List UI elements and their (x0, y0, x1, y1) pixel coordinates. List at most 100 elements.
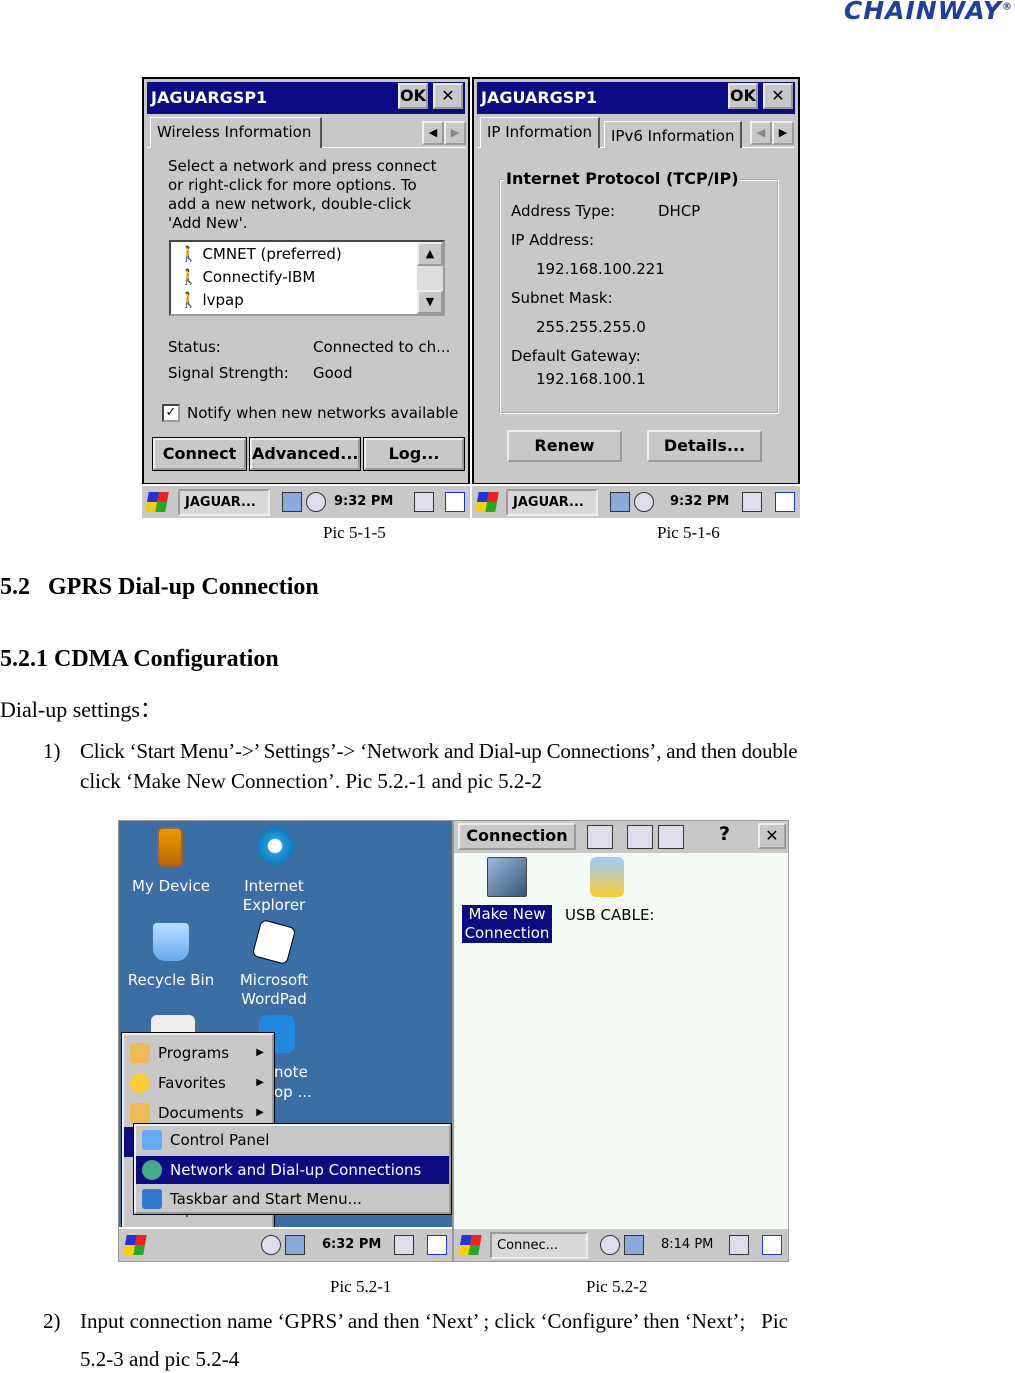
recycle-bin-icon[interactable] (153, 923, 189, 961)
menu-item-documents[interactable]: Documents ▶ (124, 1099, 272, 1127)
start-icon[interactable] (475, 492, 499, 512)
scroll-up-icon[interactable]: ▲ (417, 242, 443, 266)
renew-button[interactable]: Renew (507, 430, 622, 462)
desktop-icon-label[interactable]: Internet Explorer (224, 877, 324, 915)
desktop-icon-label[interactable]: note (274, 1063, 308, 1082)
taskbar-item[interactable]: JAGUAR... (178, 489, 270, 516)
settings-submenu: Control Panel Network and Dial-up Connec… (133, 1123, 452, 1215)
ok-button[interactable]: OK (728, 83, 758, 109)
my-device-icon[interactable] (157, 827, 183, 867)
documents-icon (130, 1103, 150, 1123)
connection-menu-button[interactable]: Connection (458, 823, 576, 850)
network-globe-icon (142, 1160, 162, 1180)
keyboard-icon[interactable] (742, 492, 762, 512)
list-item[interactable]: 🚶 CMNET (preferred) (179, 245, 342, 264)
menu-item-network-dialup[interactable]: Network and Dial-up Connections (136, 1156, 449, 1184)
tab-scroll-right-icon[interactable]: ▶ (772, 121, 794, 145)
list-item[interactable]: 🚶 Connectify-IBM (179, 268, 315, 287)
status-value: Connected to ch... (313, 338, 451, 356)
clock: 6:32 PM (322, 1237, 382, 1252)
make-new-connection-label[interactable]: Make New Connection (462, 905, 552, 943)
keyboard-icon[interactable] (394, 1235, 414, 1255)
wireless-tray-icon[interactable] (600, 1235, 620, 1255)
properties-icon[interactable] (658, 825, 684, 849)
list-item[interactable]: 🚶 lvpap (179, 291, 244, 310)
chevron-right-icon: ▶ (256, 1107, 264, 1118)
windows-switch-icon[interactable] (427, 1235, 447, 1255)
notify-label: Notify when new networks available (187, 404, 459, 422)
step-text: Input connection name ‘GPRS’ and then ‘N… (80, 1309, 788, 1333)
desktop-icon-label[interactable]: Microsoft WordPad (224, 971, 324, 1009)
desktop-icon-label[interactable]: My Device (121, 877, 221, 896)
network-tray-icon[interactable] (282, 492, 302, 512)
delete-icon[interactable] (627, 825, 653, 849)
step-text: 5.2-3 and pic 5.2-4 (80, 1347, 240, 1371)
network-icon: 🚶 (179, 268, 203, 286)
gateway-label: Default Gateway: (511, 347, 641, 365)
windows-switch-icon[interactable] (445, 492, 465, 512)
taskbar-item[interactable]: JAGUAR... (506, 489, 598, 516)
wireless-tray-icon[interactable] (261, 1235, 281, 1255)
usb-cable-connection-icon[interactable] (590, 857, 624, 897)
usb-cable-label[interactable]: USB CABLE: (565, 906, 654, 925)
instruction-text: or right-click for more options. To (168, 176, 417, 194)
make-new-connection-icon[interactable] (487, 857, 527, 897)
menu-item-control-panel[interactable]: Control Panel (136, 1126, 449, 1154)
intro-text: Dial-up settings： (0, 697, 162, 722)
close-icon[interactable]: ✕ (433, 83, 463, 109)
close-icon[interactable]: ✕ (763, 83, 793, 109)
caption: Pic 5.2-1 (330, 1277, 392, 1296)
tab-ipv6-information[interactable]: IPv6 Information (604, 121, 742, 148)
wordpad-icon[interactable] (251, 918, 297, 966)
ip-label: IP Address: (511, 231, 595, 249)
network-list[interactable]: 🚶 CMNET (preferred) 🚶 Connectify-IBM 🚶 l… (169, 240, 445, 316)
group-title: Internet Protocol (TCP/IP) (504, 169, 741, 188)
tab-scroll-right-icon[interactable]: ▶ (444, 121, 466, 145)
taskbar: JAGUAR... 9:32 PM (142, 484, 470, 518)
network-tray-icon[interactable] (285, 1235, 305, 1255)
address-type-label: Address Type: (511, 202, 616, 220)
wireless-tray-icon[interactable] (634, 492, 654, 512)
wireless-tray-icon[interactable] (306, 492, 326, 512)
start-icon[interactable] (123, 1235, 147, 1255)
tab-wireless-information[interactable]: Wireless Information (150, 117, 322, 148)
subsection-heading: 5.2.1 CDMA Configuration (0, 646, 279, 672)
scrollbar[interactable]: ▲ ▼ (417, 242, 443, 314)
taskbar-settings-icon (142, 1189, 162, 1209)
connect-icon[interactable] (587, 825, 613, 849)
desktop-icon-label[interactable]: Recycle Bin (121, 971, 221, 990)
menu-item-taskbar-start-menu[interactable]: Taskbar and Start Menu... (136, 1185, 449, 1213)
taskbar-item[interactable]: Connec... (490, 1232, 588, 1259)
help-icon[interactable]: ? (719, 823, 730, 845)
windows-switch-icon[interactable] (775, 492, 795, 512)
details-button[interactable]: Details... (647, 430, 762, 462)
network-tray-icon[interactable] (624, 1235, 644, 1255)
tab-scroll-left-icon[interactable]: ◀ (422, 121, 444, 145)
start-icon[interactable] (145, 492, 169, 512)
tab-ip-information[interactable]: IP Information (480, 117, 600, 148)
signal-label: Signal Strength: (168, 364, 289, 382)
menu-item-favorites[interactable]: Favorites ▶ (124, 1069, 272, 1097)
signal-value: Good (313, 364, 353, 382)
step-text: click ‘Make New Connection’. Pic 5.2.-1 … (80, 769, 542, 793)
status-label: Status: (168, 338, 221, 356)
screenshot-ip-information: JAGUARGSP1 OK ✕ IP Information IPv6 Info… (472, 77, 800, 518)
start-icon[interactable] (458, 1235, 482, 1255)
connect-button[interactable]: Connect (152, 437, 247, 471)
log-button[interactable]: Log... (363, 437, 465, 471)
tab-scroll-left-icon[interactable]: ◀ (750, 121, 772, 145)
ok-button[interactable]: OK (398, 83, 428, 109)
keyboard-icon[interactable] (414, 492, 434, 512)
network-tray-icon[interactable] (610, 492, 630, 512)
step-number: 2) (43, 1309, 61, 1333)
keyboard-icon[interactable] (729, 1235, 749, 1255)
advanced-button[interactable]: Advanced... (249, 437, 361, 471)
scroll-down-icon[interactable]: ▼ (417, 290, 443, 314)
desktop-icon-label[interactable]: op ... (274, 1083, 312, 1102)
internet-explorer-icon[interactable] (257, 827, 293, 865)
windows-switch-icon[interactable] (762, 1235, 782, 1255)
notify-checkbox[interactable]: ✓ (162, 404, 180, 422)
menu-item-programs[interactable]: Programs ▶ (124, 1039, 272, 1067)
step-text: Click ‘Start Menu’->’ Settings’-> ‘Netwo… (80, 739, 798, 763)
close-icon[interactable]: ✕ (758, 823, 786, 849)
